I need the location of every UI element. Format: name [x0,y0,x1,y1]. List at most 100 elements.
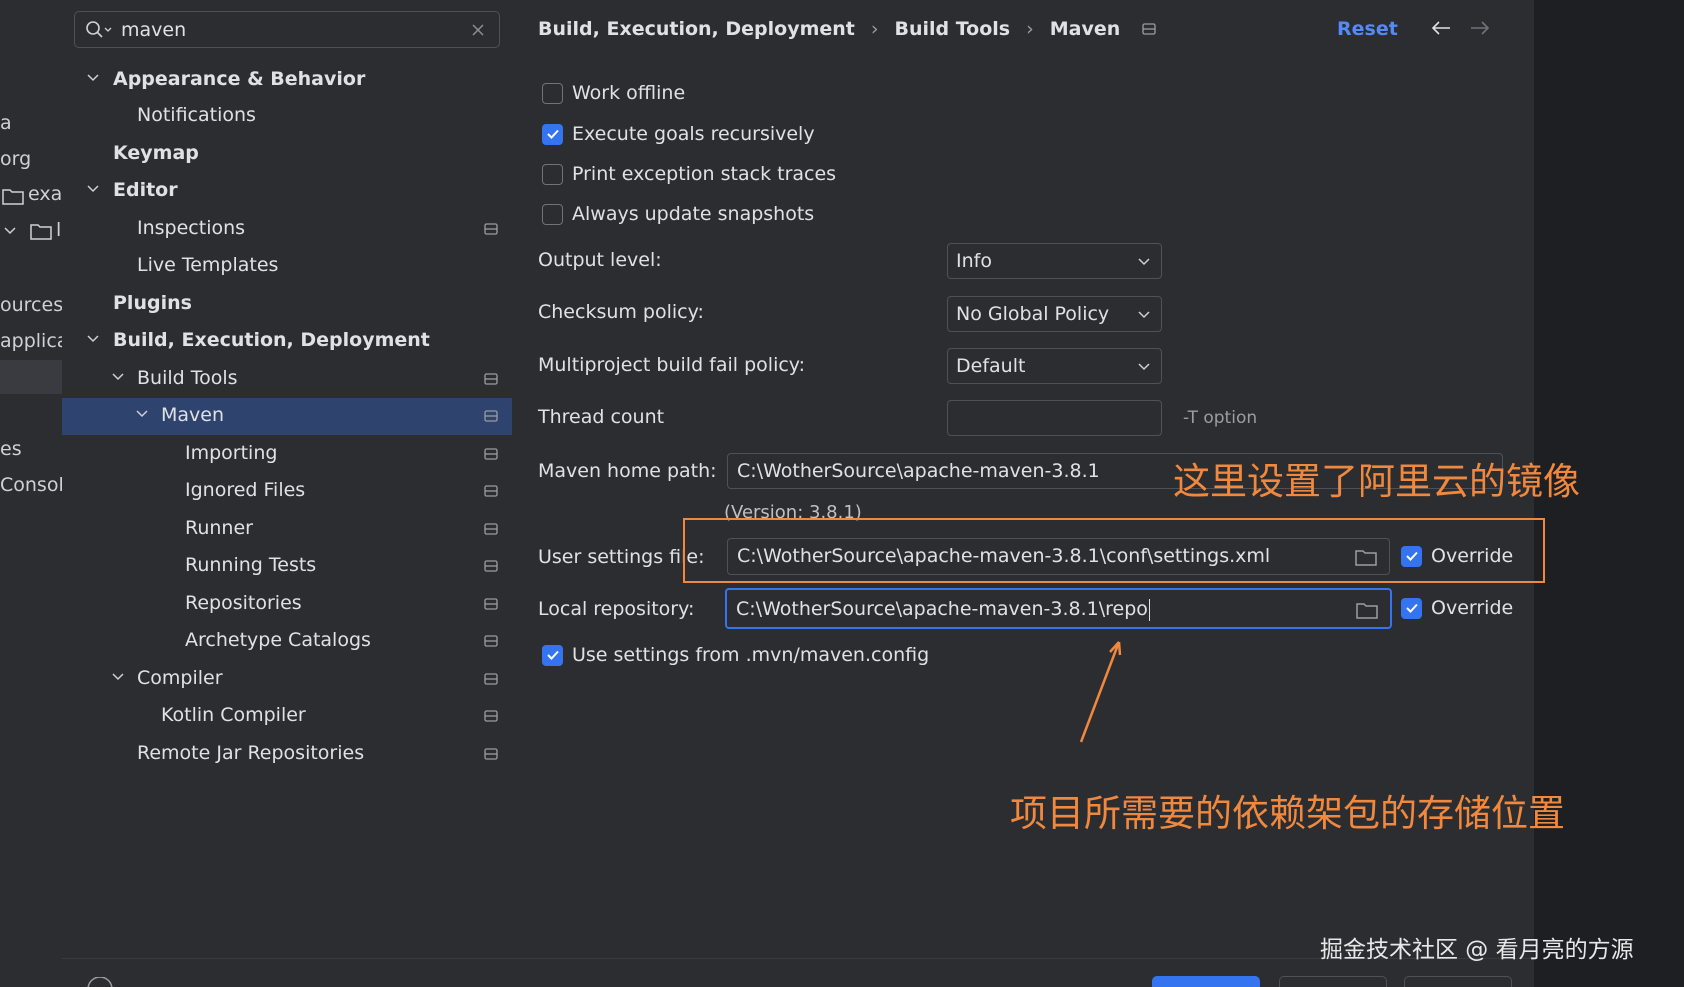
project-item[interactable]: l [56,219,61,241]
breadcrumb: Build, Execution, Deployment › Build Too… [538,18,1156,40]
print-exception-option[interactable]: Print exception stack traces [542,160,836,188]
output-level-label: Output level: [538,249,662,271]
tree-item-archetype-catalogs[interactable]: Archetype Catalogs [62,623,512,660]
breadcrumb-item[interactable]: Build Tools [895,18,1011,40]
local-repository-override-option[interactable]: Override [1401,594,1513,622]
tree-item-remote-jar-repositories[interactable]: Remote Jar Repositories [62,736,512,773]
select-value: Default [956,355,1026,377]
settings-sidebar: maven Appearance & Behavior Notification… [62,0,512,958]
checkbox-label: Print exception stack traces [572,163,837,185]
checkbox-label: Execute goals recursively [572,123,815,145]
tree-item-notifications[interactable]: Notifications [62,98,512,135]
chevron-down-icon[interactable] [3,226,17,236]
folder-icon [30,222,52,240]
project-item[interactable]: org [0,148,31,170]
tree-item-running-tests[interactable]: Running Tests [62,548,512,585]
tree-item-editor[interactable]: Editor [62,173,512,210]
checksum-policy-select[interactable]: No Global Policy [947,296,1162,332]
help-icon[interactable] [86,977,114,987]
tree-label: Compiler [137,667,223,689]
project-item[interactable]: es [0,438,22,460]
use-mvn-config-option[interactable]: Use settings from .mvn/maven.config [542,641,929,669]
project-item[interactable]: ources [0,294,62,316]
tree-item-build-execution-deployment[interactable]: Build, Execution, Deployment [62,323,512,360]
project-tool-window: a org exa l ources applica es Console [0,0,62,987]
project-item[interactable]: exa [28,183,62,205]
cancel-button[interactable] [1279,976,1387,987]
breadcrumb-item: Maven [1049,18,1121,40]
chevron-down-icon[interactable] [86,334,100,344]
settings-search-field[interactable]: maven [74,11,500,48]
chevron-down-icon[interactable] [86,73,100,83]
output-level-select[interactable]: Info [947,243,1162,279]
use-mvn-config-checkbox[interactable] [542,644,563,666]
execute-goals-checkbox[interactable] [542,123,563,145]
clear-search-icon[interactable] [471,23,485,37]
chevron-down-icon [1137,310,1151,320]
tree-label: Repositories [185,592,302,614]
work-offline-checkbox[interactable] [542,82,563,104]
tree-label: Editor [113,179,178,201]
select-value: No Global Policy [956,303,1110,325]
forward-arrow-icon[interactable] [1469,20,1491,36]
tree-item-plugins[interactable]: Plugins [62,286,512,323]
project-settings-icon [484,523,498,535]
tree-item-importing[interactable]: Importing [62,436,512,473]
project-item[interactable]: applica [0,330,62,352]
back-arrow-icon[interactable] [1430,20,1452,36]
annotation-highlight-box [683,518,1545,583]
tree-label: Kotlin Compiler [161,704,306,726]
reset-link[interactable]: Reset [1337,18,1398,40]
project-settings-icon [484,673,498,685]
checksum-policy-label: Checksum policy: [538,301,704,323]
project-item[interactable]: a [0,112,12,134]
thread-count-input[interactable] [947,400,1162,436]
local-repository-input[interactable]: C:\WotherSource\apache-maven-3.8.1\repo [725,588,1392,629]
input-value: C:\WotherSource\apache-maven-3.8.1\repo [736,598,1150,621]
tree-item-maven[interactable]: Maven [62,398,512,435]
tree-item-runner[interactable]: Runner [62,511,512,548]
checkbox-label: Override [1431,597,1514,619]
chevron-down-icon[interactable] [86,184,100,194]
always-update-checkbox[interactable] [542,203,563,225]
project-selected-row[interactable] [0,360,62,394]
breadcrumb-item[interactable]: Build, Execution, Deployment [538,18,855,40]
folder-icon [2,187,24,205]
ok-button[interactable] [1152,976,1260,987]
print-exception-checkbox[interactable] [542,163,563,185]
project-settings-icon [484,748,498,760]
tree-item-repositories[interactable]: Repositories [62,586,512,623]
multiproject-policy-select[interactable]: Default [947,348,1162,384]
local-repository-label: Local repository: [538,598,695,620]
project-settings-icon [484,410,498,422]
always-update-option[interactable]: Always update snapshots [542,200,814,228]
apply-button[interactable] [1404,976,1512,987]
tree-item-kotlin-compiler[interactable]: Kotlin Compiler [62,698,512,735]
tree-item-build-tools[interactable]: Build Tools [62,361,512,398]
tree-item-keymap[interactable]: Keymap [62,136,512,173]
maven-home-label: Maven home path: [538,460,717,482]
execute-goals-option[interactable]: Execute goals recursively [542,120,815,148]
search-input[interactable]: maven [121,19,186,41]
work-offline-option[interactable]: Work offline [542,79,685,107]
select-value: Info [956,250,992,272]
annotation-arrow [1075,636,1125,746]
breadcrumb-separator: › [870,18,879,40]
chevron-down-icon[interactable] [135,409,149,419]
folder-icon[interactable] [1356,601,1378,619]
chevron-down-icon[interactable] [111,372,125,382]
tree-label: Notifications [137,104,256,126]
chevron-down-icon[interactable] [111,672,125,682]
project-settings-icon [484,560,498,572]
search-icon[interactable] [85,20,113,40]
project-item[interactable]: Console [0,474,62,496]
input-value: C:\WotherSource\apache-maven-3.8.1 [737,460,1100,482]
tree-item-inspections[interactable]: Inspections [62,211,512,248]
tree-item-appearance-behavior[interactable]: Appearance & Behavior [62,62,512,99]
local-repository-override-checkbox[interactable] [1401,597,1422,619]
tree-item-live-templates[interactable]: Live Templates [62,248,512,285]
tree-label: Build Tools [137,367,238,389]
tree-item-ignored-files[interactable]: Ignored Files [62,473,512,510]
multiproject-policy-label: Multiproject build fail policy: [538,354,806,376]
tree-item-compiler[interactable]: Compiler [62,661,512,698]
